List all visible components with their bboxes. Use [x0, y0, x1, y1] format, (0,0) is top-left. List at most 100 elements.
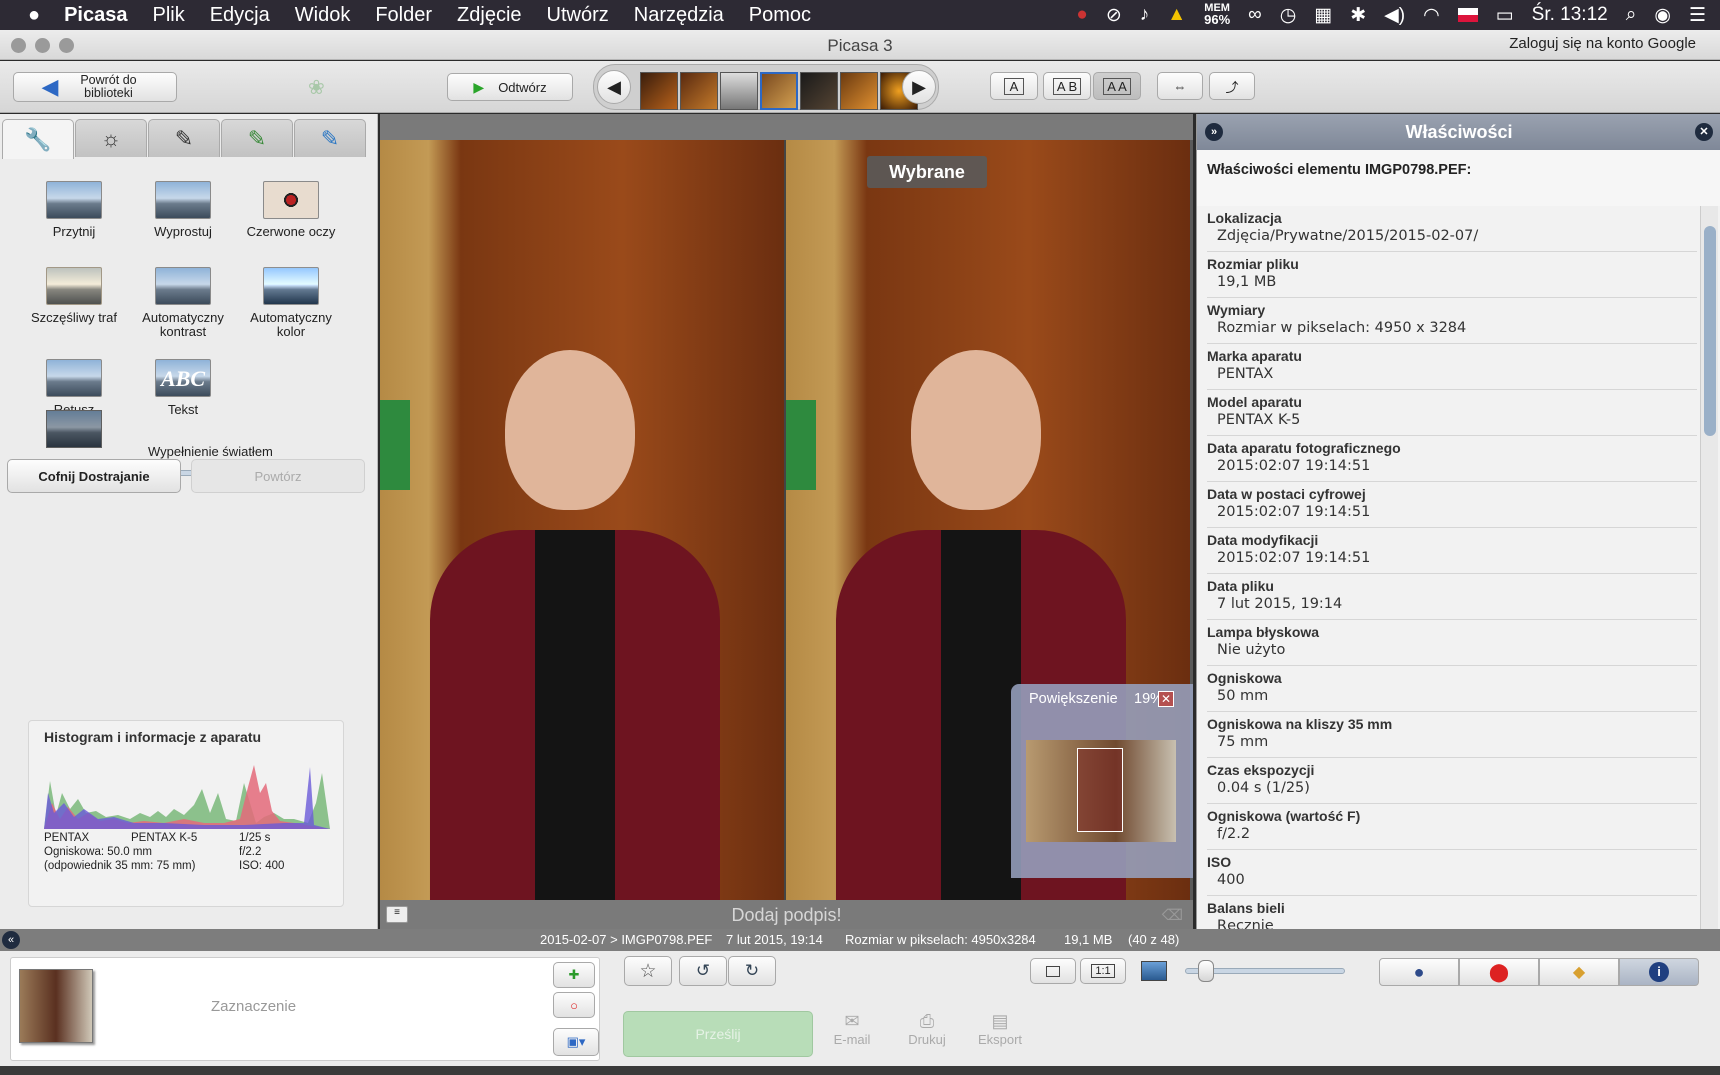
- play-slideshow-button[interactable]: ▶ Odtwórz: [447, 73, 573, 101]
- keyboard-icon[interactable]: ▦: [1314, 4, 1332, 27]
- tags-button[interactable]: ◆: [1539, 958, 1619, 986]
- fit-to-window-button[interactable]: [1030, 958, 1076, 984]
- retouch-tool[interactable]: Retusz: [24, 359, 124, 417]
- filmstrip-thumb[interactable]: [800, 72, 838, 110]
- properties-scrollbar[interactable]: [1700, 206, 1718, 929]
- redo-button[interactable]: Powtórz: [191, 459, 365, 493]
- filmstrip-thumb-selected[interactable]: [760, 72, 798, 110]
- expand-tray-icon[interactable]: «: [2, 931, 20, 949]
- trash-icon[interactable]: ⌫: [1162, 906, 1183, 924]
- tab-basic-fixes[interactable]: 🔧: [2, 119, 74, 159]
- menu-widok[interactable]: Widok: [295, 4, 351, 27]
- zoom-viewport[interactable]: [1077, 748, 1123, 832]
- tab-tuning[interactable]: ☼: [75, 119, 147, 157]
- filmstrip-thumb[interactable]: [720, 72, 758, 110]
- album-menu-button[interactable]: ▣▾: [553, 1028, 599, 1056]
- undo-tuning-button[interactable]: Cofnij Dostrajanie: [7, 459, 181, 493]
- view-compare-button[interactable]: A B: [1043, 72, 1091, 100]
- filmstrip-thumb[interactable]: [680, 72, 718, 110]
- text-tool-icon: ABC: [155, 359, 211, 397]
- properties-title: Właściwości: [1405, 122, 1513, 142]
- selected-thumbnail[interactable]: [19, 969, 93, 1043]
- menu-picasa[interactable]: Picasa: [64, 4, 127, 27]
- text-tool[interactable]: ABC Tekst: [133, 359, 233, 417]
- people-button[interactable]: ●: [1379, 958, 1459, 986]
- next-photo-button[interactable]: ▶: [902, 70, 936, 104]
- tab-effects-2[interactable]: ✎: [221, 119, 293, 157]
- clear-selection-button[interactable]: ○: [553, 992, 595, 1018]
- menu-plik[interactable]: Plik: [152, 4, 184, 27]
- volume-icon[interactable]: ◀): [1384, 4, 1405, 27]
- wifi-icon[interactable]: ◠: [1423, 4, 1440, 27]
- menu-folder[interactable]: Folder: [375, 4, 432, 27]
- notification-center-icon[interactable]: ☰: [1689, 4, 1706, 27]
- bluetooth-icon[interactable]: ✱: [1350, 4, 1366, 27]
- fit-width-button[interactable]: ⇔: [1157, 72, 1203, 100]
- print-button[interactable]: ⎙ Drukuj: [905, 1011, 949, 1047]
- battery-icon[interactable]: ▭: [1496, 4, 1514, 27]
- prev-photo-button[interactable]: ◀: [597, 70, 631, 104]
- info-button[interactable]: i: [1619, 958, 1699, 986]
- user-icon[interactable]: ◉: [1654, 4, 1671, 27]
- actual-size-button[interactable]: 1:1: [1080, 958, 1126, 984]
- notification-bell-icon[interactable]: ♪: [1140, 4, 1150, 26]
- memory-monitor[interactable]: MEM 96%: [1204, 3, 1230, 27]
- flag-icon[interactable]: [1457, 8, 1478, 22]
- star-button[interactable]: ☆: [624, 956, 672, 986]
- recording-icon[interactable]: ●: [1076, 4, 1087, 26]
- dnd-icon[interactable]: ⊘: [1106, 4, 1122, 27]
- property-value: 2015:02:07 19:14:51: [1217, 550, 1371, 566]
- pin-hold-button[interactable]: ✚: [553, 962, 595, 988]
- auto-color-tool[interactable]: Automatyczny kolor: [241, 267, 341, 339]
- collapse-panel-icon[interactable]: »: [1205, 123, 1223, 141]
- straighten-tool[interactable]: Wyprostuj: [133, 181, 233, 239]
- photo-before[interactable]: [380, 140, 784, 900]
- spotlight-search-icon[interactable]: ⌕: [1626, 4, 1637, 26]
- menu-narzedzia[interactable]: Narzędzia: [634, 4, 724, 27]
- back-to-library-button[interactable]: ◀ Powrót do biblioteki: [13, 72, 177, 102]
- menu-edycja[interactable]: Edycja: [210, 4, 270, 27]
- rotate-view-button[interactable]: ⤴: [1209, 72, 1255, 100]
- time-machine-icon[interactable]: ◷: [1280, 4, 1297, 27]
- property-value: PENTAX: [1217, 366, 1274, 382]
- google-login-link[interactable]: Zaloguj się na konto Google: [1509, 35, 1696, 52]
- export-button[interactable]: ▤ Eksport: [976, 1011, 1024, 1047]
- property-row: Rozmiar pliku 19,1 MB: [1207, 252, 1697, 298]
- filmstrip-thumb[interactable]: [840, 72, 878, 110]
- zoom-thumbnail[interactable]: [1026, 740, 1176, 842]
- people-tag-icon[interactable]: ❀: [308, 75, 325, 100]
- photo-tray: Zaznaczenie ✚ ○ ▣▾ ☆ ↺ ↻ Prześlij ✉ E-mai…: [0, 951, 1720, 1066]
- red-eye-tool[interactable]: Czerwone oczy: [241, 181, 341, 239]
- menu-utworz[interactable]: Utwórz: [547, 4, 609, 27]
- places-button[interactable]: ⬤: [1459, 958, 1539, 986]
- close-panel-icon[interactable]: ✕: [1695, 123, 1713, 141]
- rotate-right-button[interactable]: ↻: [728, 956, 776, 986]
- rotate-left-button[interactable]: ↺: [679, 956, 727, 986]
- im-feeling-lucky-tool[interactable]: Szczęśliwy traf: [24, 267, 124, 325]
- crop-tool[interactable]: Przytnij: [24, 181, 124, 239]
- text-label: Tekst: [167, 402, 199, 417]
- close-zoom-icon[interactable]: ✕: [1158, 691, 1174, 707]
- filmstrip-thumb[interactable]: [640, 72, 678, 110]
- zoom-slider[interactable]: [1185, 960, 1345, 982]
- warning-icon[interactable]: ▲: [1167, 4, 1186, 26]
- clock[interactable]: Śr. 13:12: [1532, 4, 1608, 26]
- caption-input[interactable]: Dodaj podpis!: [380, 905, 1193, 926]
- scrollbar-thumb[interactable]: [1704, 226, 1716, 436]
- creative-cloud-icon[interactable]: ∞: [1248, 4, 1262, 26]
- email-button[interactable]: ✉ E-mail: [832, 1011, 872, 1047]
- auto-contrast-tool[interactable]: Automatyczny kontrast: [133, 267, 233, 339]
- property-row: Ogniskowa (wartość F) f/2.2: [1207, 804, 1697, 850]
- zoom-navigator[interactable]: Powiększenie 19% ✕: [1011, 684, 1193, 878]
- tab-effects[interactable]: ✎: [148, 119, 220, 157]
- menu-pomoc[interactable]: Pomoc: [749, 4, 811, 27]
- view-single-button[interactable]: A: [990, 72, 1038, 100]
- tab-effects-3[interactable]: ✎: [294, 119, 366, 157]
- zoom-image-icon[interactable]: [1141, 961, 1167, 981]
- zoom-slider-thumb[interactable]: [1198, 960, 1214, 982]
- share-button[interactable]: Prześlij: [623, 1011, 813, 1057]
- focal-length-35mm: (odpowiednik 35 mm: 75 mm): [44, 860, 196, 872]
- menu-zdjecie[interactable]: Zdjęcie: [457, 4, 521, 27]
- apple-menu-icon[interactable]: ●: [28, 4, 40, 27]
- view-before-after-button[interactable]: A A: [1093, 72, 1141, 100]
